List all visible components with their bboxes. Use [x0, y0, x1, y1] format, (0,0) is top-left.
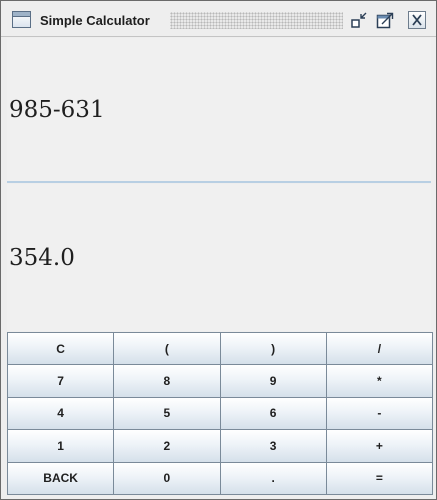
iconify-button[interactable] — [351, 11, 369, 29]
equals-button[interactable]: = — [325, 461, 433, 495]
add-button[interactable]: + — [325, 429, 433, 463]
digit-3-button[interactable]: 3 — [219, 429, 327, 463]
digit-7-button[interactable]: 7 — [7, 364, 115, 398]
divide-button[interactable]: / — [325, 332, 433, 366]
digit-2-button[interactable]: 2 — [113, 429, 221, 463]
digit-9-button[interactable]: 9 — [219, 364, 327, 398]
calculator-window: Simple Calculator 985-631 354.0 C () / … — [0, 0, 437, 500]
multiply-button[interactable]: * — [325, 364, 433, 398]
subtract-button[interactable]: - — [325, 396, 433, 431]
digit-0-button[interactable]: 0 — [113, 461, 221, 495]
maximize-icon — [376, 12, 394, 29]
close-paren-button[interactable]: ) — [219, 332, 327, 366]
keypad: C ( ) / 7 8 9 * 4 5 6 - 1 2 3 + BACK 0 .… — [7, 332, 433, 495]
result-text: 354.0 — [9, 244, 75, 271]
clear-button[interactable]: C — [7, 332, 115, 366]
title-bar-grip[interactable] — [170, 12, 343, 29]
backspace-button[interactable]: BACK — [7, 461, 115, 495]
digit-1-button[interactable]: 1 — [7, 429, 115, 463]
maximize-button[interactable] — [376, 11, 394, 29]
title-bar[interactable]: Simple Calculator — [1, 1, 436, 37]
iconify-icon — [351, 12, 367, 28]
open-paren-button[interactable]: ( — [113, 332, 221, 366]
decimal-point-button[interactable]: . — [219, 461, 327, 495]
close-button[interactable] — [408, 11, 426, 29]
digit-5-button[interactable]: 5 — [113, 396, 221, 431]
expression-text: 985-631 — [9, 96, 105, 123]
result-display: 354.0 — [7, 184, 431, 331]
expression-display: 985-631 — [7, 38, 431, 183]
digit-8-button[interactable]: 8 — [113, 364, 221, 398]
window-title: Simple Calculator — [40, 13, 150, 28]
close-icon — [412, 14, 422, 26]
digit-6-button[interactable]: 6 — [219, 396, 327, 431]
digit-4-button[interactable]: 4 — [7, 396, 115, 431]
window-icon — [12, 11, 31, 28]
